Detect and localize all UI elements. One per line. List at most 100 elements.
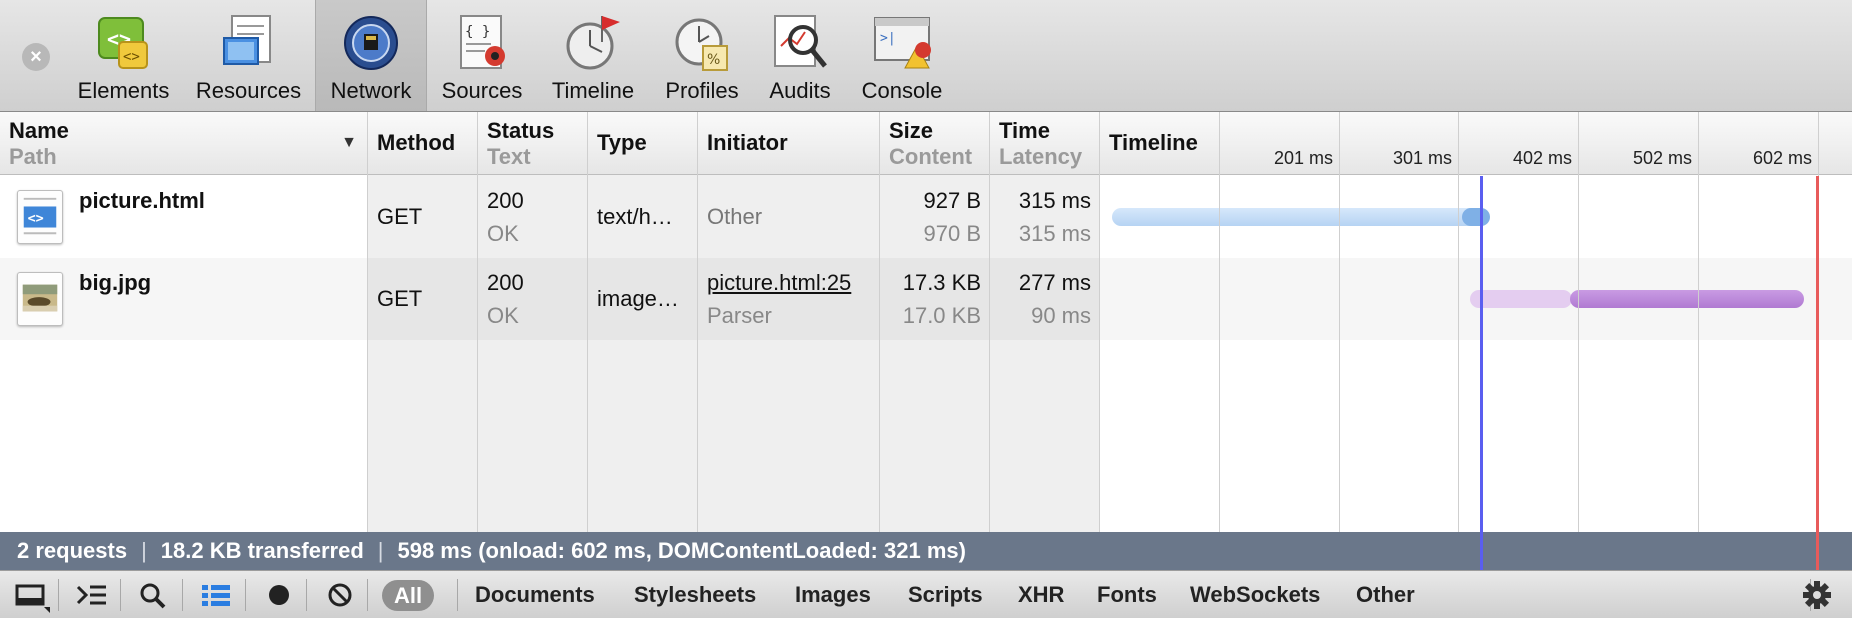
tab-elements[interactable]: <> <> Elements [66,0,181,111]
tab-resources[interactable]: Resources [186,0,311,111]
close-devtools-button[interactable]: × [22,43,50,71]
dock-button[interactable] [10,571,54,618]
column-header-status[interactable]: Status Text [478,112,588,175]
column-header-type[interactable]: Type [588,112,698,175]
tab-elements-label: Elements [77,78,170,103]
record-icon [269,585,289,605]
column-header-initiator-main: Initiator [707,130,788,155]
latency-value: 315 ms [1018,221,1091,246]
timeline-tick-label: 301 ms [1392,148,1452,168]
network-icon [344,16,398,70]
filter-fonts[interactable]: Fonts [1097,571,1157,618]
filter-images[interactable]: Images [795,571,871,618]
cell-type: image… [597,286,679,311]
domcontentloaded-marker-line-summary [1480,532,1483,570]
time-value: 315 ms [1018,188,1091,213]
clear-icon [328,583,352,607]
tab-network[interactable]: Network [315,0,427,111]
console-drawer-button[interactable] [70,571,114,618]
request-row-picture-html[interactable]: <> picture.html GET 200 OK text/h… Other… [0,176,1852,258]
large-rows-toggle[interactable] [194,571,238,618]
filter-scripts[interactable]: Scripts [908,571,983,618]
timeline-tick-label: 402 ms [1512,148,1572,168]
timeline-icon [566,16,620,70]
resources-icon [222,15,271,65]
load-marker-line [1816,176,1819,570]
waterfall-bar-receiving [1112,208,1489,226]
timeline-gridline [1339,112,1340,532]
filter-websockets[interactable]: WebSockets [1190,571,1320,618]
column-header-initiator[interactable]: Initiator [698,112,880,175]
waterfall-bar-receiving [1570,290,1804,308]
clear-button[interactable] [318,571,362,618]
list-view-icon [202,585,230,606]
initiator-sub: Parser [707,303,772,328]
filter-other[interactable]: Other [1356,571,1415,618]
column-header-status-sub: Text [487,144,531,169]
svg-text:<>: <> [28,212,44,227]
sort-descending-icon: ▼ [341,134,357,151]
column-header-time-sub: Latency [999,144,1083,169]
time-value: 277 ms [1018,270,1091,295]
column-header-time[interactable]: Time Latency [990,112,1100,175]
cell-initiator: Other [707,204,763,229]
tab-timeline[interactable]: Timeline [538,0,648,111]
record-button[interactable] [257,571,301,618]
svg-text:{ }: { } [465,24,490,40]
status-separator [182,579,183,611]
status-text: OK [487,221,519,246]
tab-console[interactable]: >| Console [852,0,952,111]
search-button[interactable] [132,571,176,618]
summary-separator: | [377,538,384,563]
summary-requests: 2 requests [17,538,128,563]
tab-sources[interactable]: { } Sources [432,0,532,111]
column-divider [989,112,990,532]
cell-status: 200 OK [478,176,588,258]
column-header-name-sub: Path [9,144,57,169]
cell-method: GET [377,204,423,229]
column-divider [477,112,478,532]
tab-profiles[interactable]: % Profiles [654,0,750,111]
tab-audits[interactable]: Audits [756,0,844,111]
status-separator [120,579,121,611]
filter-stylesheets[interactable]: Stylesheets [634,571,756,618]
column-header-name[interactable]: Name Path ▼ [0,112,367,175]
cell-size: 927 B 970 B [880,176,990,258]
request-name: big.jpg [79,270,152,295]
size-value: 927 B [923,188,982,213]
column-header-size[interactable]: Size Content [880,112,990,175]
column-header-name-main: Name [9,118,69,143]
cell-name: <> picture.html [0,176,367,258]
elements-icon: <> <> [97,17,148,69]
network-summary-bar: 2 requests | 18.2 KB transferred | 598 ms (o… [0,532,1852,570]
image-thumbnail-icon [17,272,63,326]
filter-documents[interactable]: Documents [475,571,595,618]
grid-header: Name Path ▼ Method Status Text Type Init… [0,112,1852,175]
request-row-big-jpg[interactable]: big.jpg GET 200 OK image… picture.html:2… [0,258,1852,340]
cell-time: 277 ms 90 ms [990,258,1100,340]
filter-xhr[interactable]: XHR [1018,571,1064,618]
tab-resources-label: Resources [195,78,302,103]
tab-console-label: Console [861,78,943,103]
settings-button[interactable] [1795,571,1839,618]
timeline-gridline [1219,112,1220,532]
timeline-tick-label: 502 ms [1632,148,1692,168]
column-header-method[interactable]: Method [368,112,478,175]
column-header-timeline[interactable]: Timeline [1100,112,1220,175]
column-header-type-main: Type [597,130,647,155]
tab-audits-label: Audits [769,78,831,103]
column-header-size-main: Size [889,118,934,143]
console-icon: >| [874,17,931,69]
column-header-method-main: Method [377,130,456,155]
timeline-tick-label: 201 ms [1273,148,1333,168]
column-divider [587,112,588,532]
status-code: 200 [487,270,524,295]
dock-icon [15,584,50,613]
initiator-link[interactable]: picture.html:25 [707,270,851,296]
timeline-gridline [1458,112,1459,532]
column-header-size-sub: Content [889,144,973,169]
load-marker-line-summary [1816,532,1819,570]
filter-all[interactable]: All [382,580,435,611]
console-drawer-icon [76,585,106,605]
request-name: picture.html [79,188,205,213]
